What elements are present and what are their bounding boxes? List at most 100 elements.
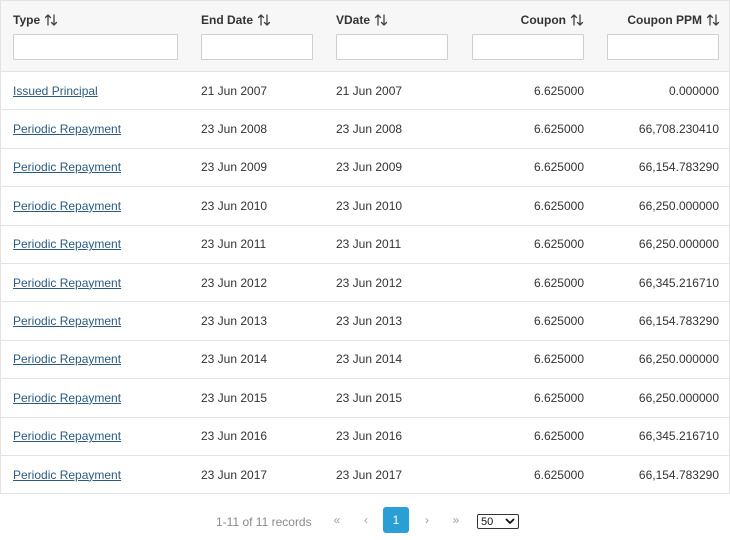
chevron-right-icon[interactable]: › bbox=[417, 513, 437, 527]
cell-end-date: 23 Jun 2017 bbox=[201, 456, 321, 493]
table-body: Issued Principal 21 Jun 2007 21 Jun 2007 6.… bbox=[1, 72, 729, 495]
table-row: Periodic Repayment 23 Jun 2013 23 Jun 2013… bbox=[1, 302, 729, 341]
cell-end-date: 23 Jun 2012 bbox=[201, 264, 321, 301]
cell-coupon-ppm: 66,154.783290 bbox=[607, 149, 719, 186]
cell-type: Periodic Repayment bbox=[13, 302, 193, 339]
cell-end-date-value: 23 Jun 2015 bbox=[201, 390, 268, 405]
cell-vdate: 23 Jun 2010 bbox=[336, 187, 456, 224]
cell-coupon-value: 6.625000 bbox=[533, 429, 584, 444]
column-header-coupon-ppm[interactable]: Coupon PPM bbox=[607, 13, 720, 27]
double-chevron-right-icon[interactable]: » bbox=[446, 513, 466, 527]
table-row: Periodic Repayment 23 Jun 2010 23 Jun 2010… bbox=[1, 187, 729, 226]
column-header-type[interactable]: Type bbox=[13, 13, 58, 27]
pagination: 1-11 of 11 records « ‹ 1 › » 50 bbox=[0, 507, 730, 535]
cell-type: Periodic Repayment bbox=[13, 456, 193, 493]
cell-coupon-value: 6.625000 bbox=[533, 275, 584, 290]
filter-type-input[interactable] bbox=[13, 34, 178, 60]
sort-arrows-icon bbox=[44, 14, 58, 26]
cell-coupon-value: 6.625000 bbox=[533, 160, 584, 175]
column-header-vdate[interactable]: VDate bbox=[336, 13, 388, 27]
cell-vdate: 21 Jun 2007 bbox=[336, 72, 456, 109]
cell-coupon-ppm-value: 66,250.000000 bbox=[638, 198, 719, 213]
type-link[interactable]: Periodic Repayment bbox=[13, 391, 121, 405]
cell-end-date-value: 23 Jun 2016 bbox=[201, 429, 268, 444]
cell-coupon: 6.625000 bbox=[472, 341, 584, 378]
type-link[interactable]: Periodic Repayment bbox=[13, 122, 121, 136]
type-link[interactable]: Periodic Repayment bbox=[13, 429, 121, 443]
cell-coupon-value: 6.625000 bbox=[533, 467, 584, 482]
chevron-down-icon bbox=[505, 518, 515, 524]
cell-end-date-value: 23 Jun 2011 bbox=[201, 237, 267, 252]
cell-coupon-ppm-value: 66,154.783290 bbox=[638, 160, 719, 175]
type-link[interactable]: Issued Principal bbox=[13, 84, 98, 98]
cell-coupon-ppm-value: 66,345.216710 bbox=[638, 429, 719, 444]
cell-type: Periodic Repayment bbox=[13, 149, 193, 186]
cell-vdate: 23 Jun 2017 bbox=[336, 456, 456, 493]
cell-coupon-ppm: 66,250.000000 bbox=[607, 341, 719, 378]
cell-vdate-value: 23 Jun 2014 bbox=[336, 352, 403, 367]
cell-vdate: 23 Jun 2013 bbox=[336, 302, 456, 339]
filter-coupon-input[interactable] bbox=[472, 34, 584, 60]
cell-coupon-value: 6.625000 bbox=[533, 352, 584, 367]
page-size-select[interactable]: 50 bbox=[477, 514, 519, 529]
cell-coupon-ppm: 66,708.230410 bbox=[607, 110, 719, 147]
type-link[interactable]: Periodic Repayment bbox=[13, 314, 121, 328]
cell-vdate-value: 23 Jun 2012 bbox=[336, 275, 403, 290]
table-row: Periodic Repayment 23 Jun 2008 23 Jun 2008… bbox=[1, 110, 729, 149]
filter-vdate-input[interactable] bbox=[336, 34, 448, 60]
cell-end-date-value: 23 Jun 2010 bbox=[201, 198, 268, 213]
cell-end-date: 23 Jun 2014 bbox=[201, 341, 321, 378]
table-row: Periodic Repayment 23 Jun 2016 23 Jun 2016… bbox=[1, 418, 729, 456]
table-row: Issued Principal 21 Jun 2007 21 Jun 2007 6.… bbox=[1, 72, 729, 111]
cell-end-date-value: 23 Jun 2009 bbox=[201, 160, 268, 175]
cell-type: Periodic Repayment bbox=[13, 110, 193, 147]
cell-end-date: 23 Jun 2010 bbox=[201, 187, 321, 224]
cell-coupon-value: 6.625000 bbox=[533, 122, 584, 137]
cell-type: Periodic Repayment bbox=[13, 418, 193, 455]
cell-end-date: 23 Jun 2009 bbox=[201, 149, 321, 186]
cell-coupon-ppm: 0.000000 bbox=[607, 72, 719, 109]
filter-coupon-ppm-input[interactable] bbox=[607, 34, 719, 60]
cell-coupon-ppm-value: 66,708.230410 bbox=[638, 122, 719, 137]
type-link[interactable]: Periodic Repayment bbox=[13, 237, 121, 251]
cell-vdate-value: 23 Jun 2008 bbox=[336, 122, 403, 137]
cell-coupon-ppm-value: 66,154.783290 bbox=[638, 314, 719, 329]
cell-coupon: 6.625000 bbox=[472, 264, 584, 301]
type-link[interactable]: Periodic Repayment bbox=[13, 199, 121, 213]
type-link[interactable]: Periodic Repayment bbox=[13, 160, 121, 174]
table-row: Periodic Repayment 23 Jun 2012 23 Jun 2012… bbox=[1, 264, 729, 303]
cell-coupon-ppm-value: 66,250.000000 bbox=[638, 237, 719, 252]
cell-end-date-value: 23 Jun 2017 bbox=[201, 467, 268, 482]
cell-end-date: 23 Jun 2013 bbox=[201, 302, 321, 339]
sort-arrows-icon bbox=[706, 14, 720, 26]
cell-coupon: 6.625000 bbox=[472, 379, 584, 416]
cell-end-date: 23 Jun 2008 bbox=[201, 110, 321, 147]
cell-coupon-ppm: 66,154.783290 bbox=[607, 456, 719, 493]
chevron-left-icon[interactable]: ‹ bbox=[356, 513, 376, 527]
cell-coupon-ppm: 66,250.000000 bbox=[607, 226, 719, 263]
filter-end-date-input[interactable] bbox=[201, 34, 313, 60]
cell-coupon-ppm-value: 66,250.000000 bbox=[638, 390, 719, 405]
cell-coupon: 6.625000 bbox=[472, 72, 584, 109]
sort-arrows-icon bbox=[374, 14, 388, 26]
type-link[interactable]: Periodic Repayment bbox=[13, 352, 121, 366]
column-header-label: Coupon PPM bbox=[627, 13, 702, 27]
type-link[interactable]: Periodic Repayment bbox=[13, 276, 121, 290]
cell-type: Periodic Repayment bbox=[13, 226, 193, 263]
cell-end-date-value: 21 Jun 2007 bbox=[201, 83, 268, 98]
column-header-coupon[interactable]: Coupon bbox=[472, 13, 584, 27]
double-chevron-left-icon[interactable]: « bbox=[327, 513, 347, 527]
cell-end-date-value: 23 Jun 2008 bbox=[201, 122, 268, 137]
cell-coupon: 6.625000 bbox=[472, 187, 584, 224]
table-row: Periodic Repayment 23 Jun 2011 23 Jun 2011… bbox=[1, 226, 729, 264]
cell-vdate-value: 23 Jun 2010 bbox=[336, 198, 403, 213]
cell-coupon-value: 6.625000 bbox=[533, 237, 584, 252]
type-link[interactable]: Periodic Repayment bbox=[13, 468, 121, 482]
cell-coupon: 6.625000 bbox=[472, 418, 584, 455]
cell-coupon-ppm: 66,345.216710 bbox=[607, 264, 719, 301]
cell-vdate: 23 Jun 2008 bbox=[336, 110, 456, 147]
cell-end-date-value: 23 Jun 2013 bbox=[201, 314, 268, 329]
column-header-end-date[interactable]: End Date bbox=[201, 13, 271, 27]
page-button-current[interactable]: 1 bbox=[383, 507, 409, 533]
cell-vdate-value: 23 Jun 2013 bbox=[336, 314, 403, 329]
